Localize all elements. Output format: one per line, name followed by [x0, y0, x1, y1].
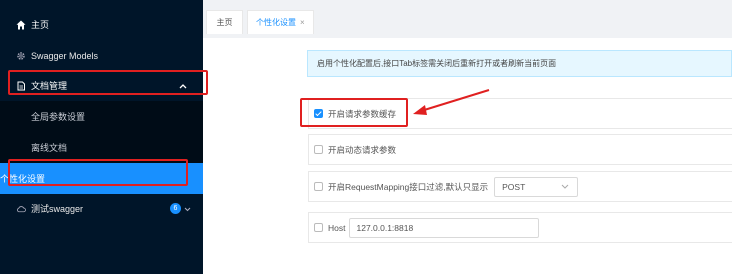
- sidebar-item-label: 离线文档: [31, 143, 68, 153]
- chevron-down-icon[interactable]: [184, 204, 191, 214]
- setting-label: 开启RequestMapping接口过滤,默认只显示: [328, 181, 489, 192]
- method-select[interactable]: POST: [494, 176, 579, 197]
- annotation-arrow-icon: [413, 89, 490, 115]
- sidebar-item-swagger-models[interactable]: Swagger Models: [0, 40, 203, 71]
- host-checkbox[interactable]: [314, 223, 323, 232]
- request-mapping-checkbox[interactable]: [314, 182, 323, 191]
- host-input[interactable]: 127.0.0.1:8818: [349, 217, 540, 238]
- info-alert: 启用个性化配置后,接口Tab标签需关闭后重新打开或者刷新当前页面: [307, 50, 732, 77]
- setting-row-request-mapping: 开启RequestMapping接口过滤,默认只显示 POST: [308, 171, 732, 202]
- dynamic-params-checkbox[interactable]: [314, 145, 323, 154]
- sidebar-item-group[interactable]: 测试swagger 6: [0, 193, 203, 224]
- sidebar-item-global-params[interactable]: 全局参数设置: [0, 101, 203, 132]
- cloud-icon: [16, 204, 26, 214]
- chevron-down-icon: [561, 182, 569, 191]
- gear-icon: [16, 51, 26, 61]
- tab-personalization[interactable]: 个性化设置 ×: [247, 10, 314, 34]
- home-icon: [16, 20, 26, 30]
- sidebar-item-home[interactable]: 主页: [0, 9, 203, 40]
- main-content: 主页 个性化设置 × 启用个性化配置后,接口Tab标签需关闭后重新打开或者刷新当…: [203, 0, 732, 274]
- setting-row-dynamic-params: 开启动态请求参数: [308, 134, 732, 165]
- sidebar-item-label: 全局参数设置: [31, 112, 86, 122]
- close-icon[interactable]: ×: [300, 18, 305, 27]
- annotation-box-personalization: [8, 159, 188, 186]
- setting-row-host: Host 127.0.0.1:8818: [308, 212, 732, 243]
- setting-label: Host: [328, 222, 346, 233]
- tab-label: 主页: [216, 18, 233, 27]
- sidebar-item-label: Swagger Models: [31, 50, 99, 61]
- tab-home[interactable]: 主页: [206, 10, 243, 34]
- count-badge: 6: [170, 203, 181, 214]
- setting-label: 开启动态请求参数: [328, 144, 397, 155]
- sidebar: 主页 Swagger Models 文档管理 全局参数设置 离线文档 个性化设置…: [0, 0, 203, 274]
- alert-text: 启用个性化配置后,接口Tab标签需关闭后重新打开或者刷新当前页面: [317, 59, 557, 68]
- tab-label: 个性化设置: [256, 18, 296, 27]
- input-value: 127.0.0.1:8818: [356, 222, 414, 233]
- sidebar-item-label: 主页: [31, 20, 50, 30]
- annotation-box-docs: [8, 70, 208, 95]
- annotation-box-cache: [300, 98, 408, 127]
- sidebar-item-label: 测试swagger: [31, 204, 84, 214]
- tab-bar: 主页 个性化设置 ×: [203, 0, 732, 38]
- select-value: POST: [502, 181, 526, 192]
